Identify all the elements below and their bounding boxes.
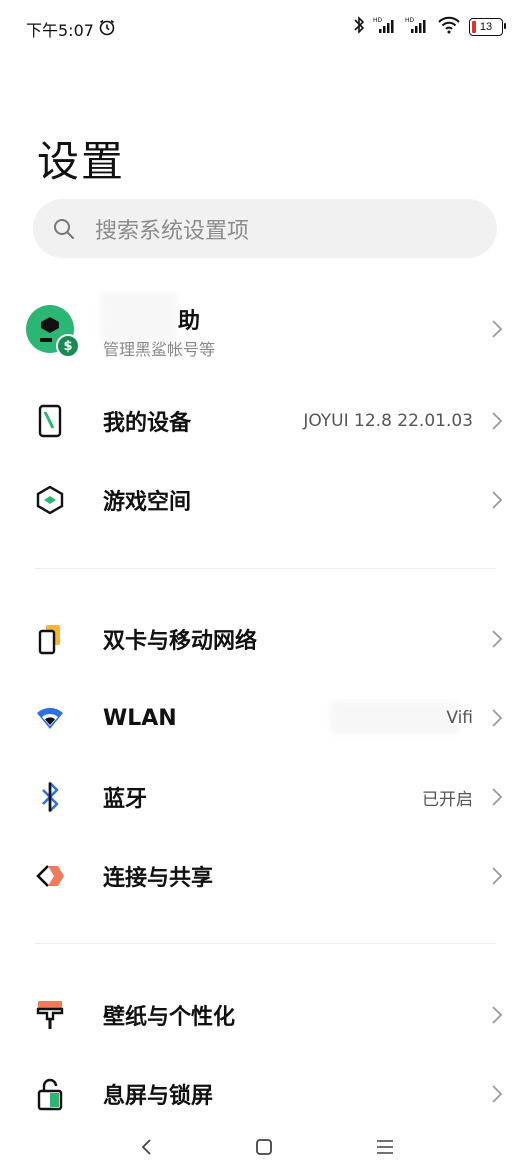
row-label: WLAN bbox=[103, 705, 177, 731]
row-my-device[interactable]: 我的设备 JOYUI 12.8 22.01.03 bbox=[0, 382, 531, 460]
svg-text:HD: HD bbox=[405, 17, 415, 24]
row-game-space[interactable]: 游戏空间 bbox=[0, 461, 531, 539]
status-time: 下午5:07 bbox=[26, 17, 116, 41]
row-sim-network[interactable]: 双卡与移动网络 bbox=[0, 600, 531, 678]
chevron-right-icon bbox=[492, 788, 503, 806]
account-row[interactable] bbox=[0, 290, 531, 368]
wifi-icon bbox=[437, 15, 461, 39]
search-input[interactable]: 搜索系统设置项 bbox=[33, 199, 497, 258]
svg-text:HD: HD bbox=[373, 17, 383, 24]
wallpaper-icon bbox=[30, 995, 70, 1035]
chevron-right-icon bbox=[492, 491, 503, 509]
connection-share-icon bbox=[30, 856, 70, 896]
search-placeholder: 搜索系统设置项 bbox=[95, 218, 250, 244]
row-wallpaper[interactable]: 壁纸与个性化 bbox=[0, 976, 531, 1054]
chevron-right-icon bbox=[492, 1006, 503, 1024]
home-icon[interactable] bbox=[252, 1135, 276, 1159]
page-title: 设置 bbox=[37, 137, 126, 186]
status-bar: 下午5:07 HD HD 13 bbox=[0, 0, 531, 56]
row-value: Vifi bbox=[446, 708, 473, 728]
row-value: 已开启 bbox=[422, 789, 473, 810]
row-label: 蓝牙 bbox=[103, 787, 148, 812]
row-wlan[interactable]: WLAN Vifi bbox=[0, 679, 531, 757]
battery-level-text: 13 bbox=[479, 21, 493, 33]
divider bbox=[35, 568, 496, 569]
back-icon[interactable] bbox=[134, 1135, 158, 1159]
divider bbox=[35, 943, 496, 944]
menu-icon[interactable] bbox=[373, 1135, 397, 1159]
row-lock-screen[interactable]: 息屏与锁屏 bbox=[0, 1055, 531, 1133]
row-label: 我的设备 bbox=[103, 411, 192, 436]
wlan-icon bbox=[30, 698, 70, 738]
row-bluetooth[interactable]: 蓝牙 已开启 bbox=[0, 758, 531, 836]
chevron-right-icon bbox=[492, 630, 503, 648]
row-label: 双卡与移动网络 bbox=[103, 629, 258, 654]
row-label: 息屏与锁屏 bbox=[103, 1084, 214, 1109]
row-value: JOYUI 12.8 22.01.03 bbox=[303, 411, 473, 431]
account-badge-icon: $ bbox=[56, 334, 80, 358]
battery-icon: 13 bbox=[469, 18, 506, 36]
status-icons: HD HD 13 bbox=[353, 15, 506, 39]
bluetooth-status-icon bbox=[353, 15, 365, 39]
account-title: 助 bbox=[178, 309, 201, 334]
signal-hd-icon: HD bbox=[373, 15, 397, 39]
redacted-area bbox=[330, 701, 460, 735]
bluetooth-icon bbox=[30, 777, 70, 817]
alarm-icon bbox=[98, 18, 116, 40]
navigation-bar bbox=[0, 1125, 531, 1169]
chevron-right-icon bbox=[492, 320, 503, 338]
account-subtitle: 管理黑鲨帐号等 bbox=[103, 340, 216, 359]
signal-hd-icon: HD bbox=[405, 15, 429, 39]
chevron-right-icon bbox=[492, 709, 503, 727]
row-label: 壁纸与个性化 bbox=[103, 1005, 236, 1030]
chevron-right-icon bbox=[492, 412, 503, 430]
device-icon bbox=[30, 401, 70, 441]
row-label: 连接与共享 bbox=[103, 866, 214, 891]
chevron-right-icon bbox=[492, 867, 503, 885]
row-connection-share[interactable]: 连接与共享 bbox=[0, 837, 531, 915]
time-text: 下午5:07 bbox=[26, 21, 94, 40]
lock-screen-icon bbox=[30, 1074, 70, 1114]
chevron-right-icon bbox=[492, 1085, 503, 1103]
game-space-icon bbox=[30, 480, 70, 520]
row-label: 游戏空间 bbox=[103, 490, 192, 515]
sim-card-icon bbox=[30, 619, 70, 659]
search-icon bbox=[54, 218, 74, 239]
